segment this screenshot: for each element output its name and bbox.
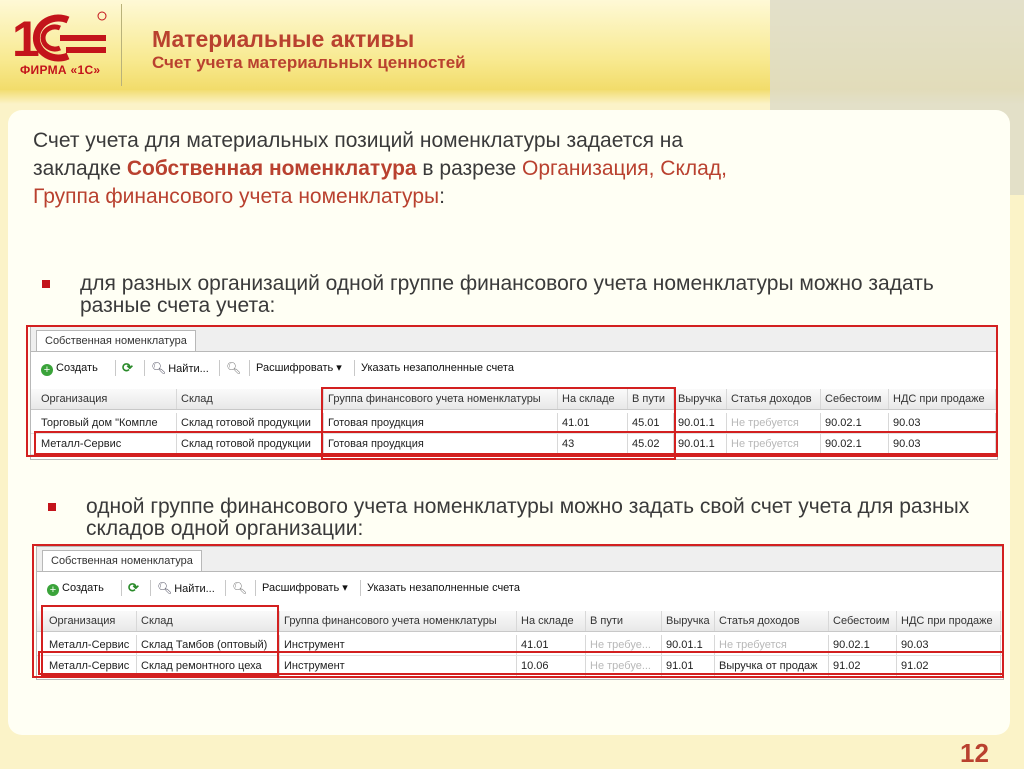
bullet-1: для разных организаций одной группе фина… [42, 272, 980, 317]
intro-part-2: в разрезе [416, 157, 522, 180]
bullet-marker-icon [42, 280, 50, 288]
bullet-marker-icon [48, 503, 56, 511]
bullet-2: одной группе финансового учета номенклат… [48, 495, 986, 540]
intro-part-3: : [439, 185, 445, 208]
page-number: 12 [960, 738, 989, 768]
slide-subtitle: Счет учета материальных ценностей [152, 53, 466, 72]
intro-tab-name: Собственная номенклатура [126, 157, 417, 180]
slide-title: Материальные активы [152, 26, 415, 52]
bullet-2-text: одной группе финансового учета номенклат… [86, 495, 970, 540]
highlight-row [34, 431, 998, 455]
highlight-row [38, 651, 1004, 675]
intro-text: Счет учета для материальных позиций номе… [33, 127, 753, 211]
logo-caption: ФИРМА «1С» [20, 63, 101, 77]
header-divider [121, 4, 122, 86]
bullet-1-text: для разных организаций одной группе фина… [80, 272, 934, 317]
